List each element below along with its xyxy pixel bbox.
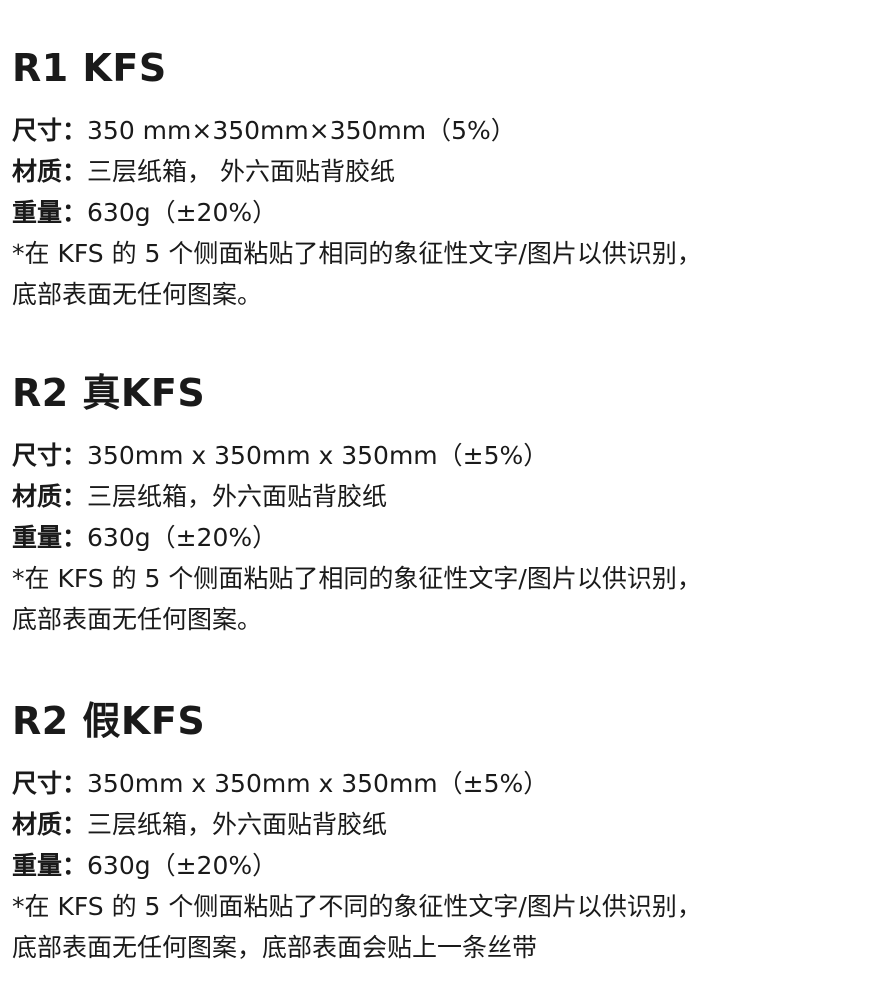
section-title: R1 KFS [12, 46, 167, 90]
weight-value: 630g（±20%） [87, 523, 278, 552]
material-row: 材质：三层纸箱，外六面贴背胶纸 [12, 804, 882, 845]
material-label: 材质： [12, 482, 88, 511]
section-title: R2 真KFS [12, 371, 206, 415]
material-value: 三层纸箱，外六面贴背胶纸 [87, 482, 388, 511]
size-label: 尺寸： [12, 441, 88, 470]
weight-label: 重量： [12, 523, 88, 552]
spec-document: R1 KFS 尺寸：350 mm×350mm×350mm（5%） 材质：三层纸箱… [0, 0, 892, 1008]
size-label: 尺寸： [12, 116, 88, 145]
size-label: 尺寸： [12, 769, 88, 798]
size-value: 350 mm×350mm×350mm（5%） [87, 116, 516, 145]
weight-row: 重量：630g（±20%） [12, 845, 882, 886]
weight-row: 重量：630g（±20%） [12, 517, 882, 558]
size-value: 350mm x 350mm x 350mm（±5%） [87, 769, 549, 798]
section-r1-kfs: R1 KFS 尺寸：350 mm×350mm×350mm（5%） 材质：三层纸箱… [12, 40, 882, 315]
weight-value: 630g（±20%） [87, 851, 278, 880]
material-row: 材质：三层纸箱， 外六面贴背胶纸 [12, 151, 882, 192]
note-line-2: 底部表面无任何图案。 [12, 605, 263, 634]
weight-value: 630g（±20%） [87, 198, 278, 227]
weight-row: 重量：630g（±20%） [12, 192, 882, 233]
material-value: 三层纸箱，外六面贴背胶纸 [87, 810, 388, 839]
material-label: 材质： [12, 157, 88, 186]
section-title: R2 假KFS [12, 699, 206, 743]
note-line-1: *在 KFS 的 5 个侧面粘贴了相同的象征性文字/图片以供识别， [12, 239, 702, 268]
section-r2-real-kfs: R2 真KFS 尺寸：350mm x 350mm x 350mm（±5%） 材质… [12, 365, 882, 640]
size-row: 尺寸：350mm x 350mm x 350mm（±5%） [12, 435, 882, 476]
note-line-1: *在 KFS 的 5 个侧面粘贴了相同的象征性文字/图片以供识别， [12, 564, 702, 593]
material-value: 三层纸箱， 外六面贴背胶纸 [87, 157, 395, 186]
note-line-1: *在 KFS 的 5 个侧面粘贴了不同的象征性文字/图片以供识别， [12, 892, 702, 921]
weight-label: 重量： [12, 198, 88, 227]
material-row: 材质：三层纸箱，外六面贴背胶纸 [12, 476, 882, 517]
size-row: 尺寸：350mm x 350mm x 350mm（±5%） [12, 763, 882, 804]
size-row: 尺寸：350 mm×350mm×350mm（5%） [12, 110, 882, 151]
section-r2-fake-kfs: R2 假KFS 尺寸：350mm x 350mm x 350mm（±5%） 材质… [12, 693, 882, 968]
size-value: 350mm x 350mm x 350mm（±5%） [87, 441, 549, 470]
note-line-2: 底部表面无任何图案，底部表面会贴上一条丝带 [12, 933, 538, 962]
weight-label: 重量： [12, 851, 88, 880]
note-line-2: 底部表面无任何图案。 [12, 280, 263, 309]
material-label: 材质： [12, 810, 88, 839]
